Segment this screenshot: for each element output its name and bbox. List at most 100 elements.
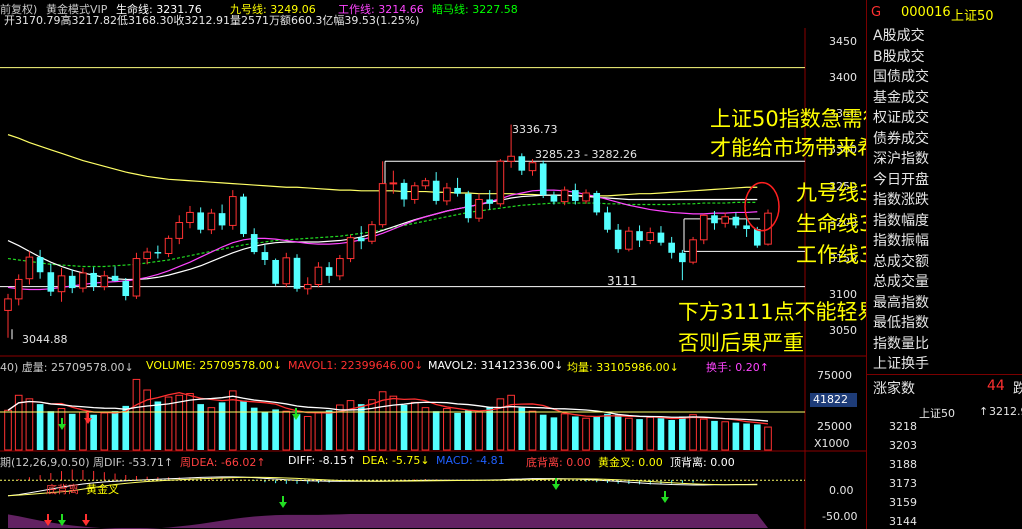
candle-body	[699, 214, 708, 241]
volume-bar	[357, 404, 365, 450]
advancers-label: 涨家数	[873, 381, 915, 397]
volume-bar	[272, 409, 279, 450]
stock-header[interactable]: G 000016 上证50	[867, 0, 1022, 24]
volume-bar	[560, 413, 569, 451]
mini-chart-tick: 3173	[889, 477, 917, 490]
mini-chart-tick: 3218	[889, 420, 917, 433]
index-menu-item[interactable]: 指数量比	[873, 336, 929, 353]
volume-bar	[90, 414, 97, 450]
volume-header-item: 换手: 0.20↑	[706, 361, 769, 374]
index-menu-item[interactable]: 指数幅度	[873, 213, 929, 230]
candle-body	[207, 212, 216, 231]
mini-chart-tick: 3159	[889, 496, 917, 509]
volume-bar	[646, 416, 655, 451]
candle-body	[604, 212, 611, 230]
candle-body	[679, 252, 686, 263]
candle-body	[711, 215, 718, 224]
candle-body	[560, 189, 569, 203]
volume-bar	[293, 413, 301, 450]
macd-green-arrow	[552, 484, 560, 490]
index-menu-item[interactable]: 总成交额	[873, 254, 929, 271]
highlight-circle	[744, 181, 780, 232]
vol-axis-25000: 25000	[817, 420, 852, 433]
candle-body	[293, 257, 301, 289]
macd-green-arrow	[661, 497, 669, 503]
advancers-value: 44	[987, 378, 1005, 394]
volume-bar	[518, 407, 526, 450]
candle-body	[636, 231, 643, 241]
macd-green-arrow	[279, 502, 287, 508]
candle-body	[218, 213, 226, 226]
macd-header-item: DEA: -5.75↓	[362, 454, 430, 467]
candle-body	[261, 252, 269, 260]
index-menu-item[interactable]: 最低指数	[873, 315, 929, 332]
volume-bar	[154, 401, 162, 450]
mini-arrow-icon: ↑	[979, 405, 989, 418]
index-menu-item[interactable]: 国债成交	[873, 69, 929, 86]
macd-diff-line	[7, 476, 758, 497]
volume-bar	[699, 418, 708, 451]
volume-bar	[218, 402, 226, 450]
candle-body	[228, 196, 237, 226]
volume-bar	[593, 416, 601, 450]
candle-body	[4, 298, 12, 311]
macd-red-arrow	[82, 520, 90, 526]
candle-body	[303, 283, 312, 290]
candle-body	[668, 242, 675, 253]
candle-body	[36, 257, 44, 273]
stock-name: 上证50	[951, 9, 994, 24]
index-menu-item[interactable]: 总成交量	[873, 274, 929, 291]
index-menu-item[interactable]: 最高指数	[873, 295, 929, 312]
weekly-macd-area	[8, 514, 768, 529]
candle-body	[250, 234, 258, 253]
index-menu-item[interactable]: A股成交	[873, 28, 925, 45]
candle-body	[518, 156, 526, 171]
candle-body	[550, 195, 558, 202]
index-menu-item[interactable]: 指数涨跌	[873, 192, 929, 209]
candle-body	[272, 259, 279, 284]
volume-bar	[250, 407, 258, 450]
index-menu-item[interactable]: 上证换手	[873, 356, 929, 373]
volume-bar	[68, 413, 76, 450]
volume-bar	[507, 394, 515, 451]
low-price-label: 3044.88	[22, 333, 68, 346]
index-menu-item[interactable]: B股成交	[873, 49, 925, 66]
candle-body	[143, 251, 151, 260]
candle-body	[68, 275, 76, 289]
candle-body	[175, 222, 184, 239]
candle-body	[539, 163, 547, 196]
volume-bar	[753, 424, 761, 450]
volume-bar	[325, 410, 333, 450]
volume-bar	[432, 411, 440, 450]
volume-bar	[764, 426, 772, 451]
index-menu-item[interactable]: 债券成交	[873, 131, 929, 148]
candle-body	[122, 280, 130, 297]
volume-bar	[282, 410, 291, 451]
candle-body	[625, 230, 633, 250]
candle-body	[357, 237, 365, 242]
volume-bar	[443, 408, 451, 451]
candle-body	[486, 199, 494, 204]
index-menu-item[interactable]: 今日开盘	[873, 172, 929, 189]
macd-golden-cross-label: 黄金叉	[86, 483, 119, 496]
candle-body	[100, 275, 109, 288]
candle-body	[79, 272, 87, 289]
volume-bar	[164, 396, 173, 451]
index-menu-item[interactable]: 基金成交	[873, 90, 929, 107]
index-menu-item[interactable]: 权证成交	[873, 110, 929, 127]
volume-bar	[25, 398, 34, 451]
volume-bar	[132, 378, 141, 451]
candle-body	[378, 183, 387, 226]
index-menu-item[interactable]: 指数振幅	[873, 233, 929, 250]
index-menu-item[interactable]: 深沪指数	[873, 151, 929, 168]
candle-body	[389, 182, 398, 185]
candle-body	[400, 182, 408, 200]
candle-body	[186, 211, 194, 224]
candle-body	[582, 192, 590, 202]
mini-chart-tick: 3188	[889, 458, 917, 471]
decliners-label: 跌	[1013, 381, 1022, 397]
candle-body	[443, 187, 451, 202]
volume-bar	[614, 414, 622, 450]
candle-body	[507, 155, 515, 162]
volume-bar	[528, 410, 537, 451]
